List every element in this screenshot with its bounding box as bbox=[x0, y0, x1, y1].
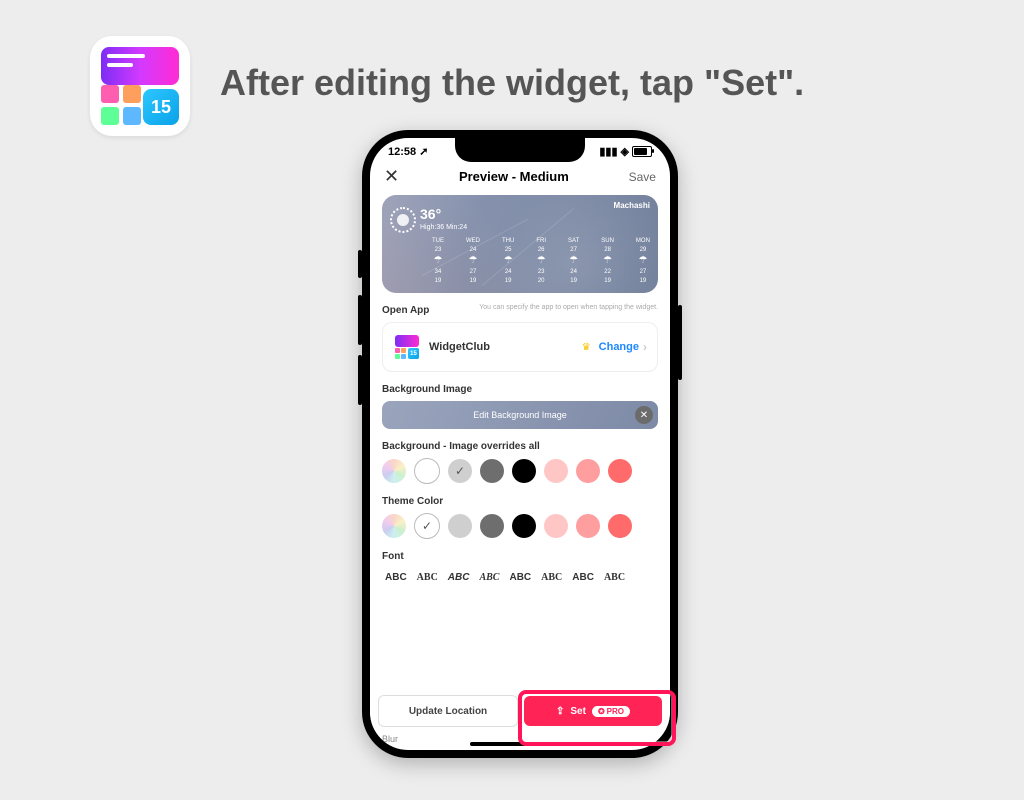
font-option[interactable]: ABC bbox=[538, 568, 565, 587]
sun-icon bbox=[390, 207, 416, 233]
blur-label: Blur bbox=[382, 734, 398, 744]
save-button[interactable]: Save bbox=[629, 170, 656, 184]
forecast-day: TUE23☂3419 bbox=[432, 237, 444, 285]
bg-color-label: Background - Image overrides all bbox=[382, 439, 658, 452]
color-swatch[interactable] bbox=[544, 459, 568, 483]
forecast-day: MON29☂2719 bbox=[636, 237, 650, 285]
font-option[interactable]: ABC bbox=[569, 568, 597, 587]
color-swatch[interactable] bbox=[576, 514, 600, 538]
forecast-day: THU25☂2419 bbox=[502, 237, 514, 285]
wifi-icon: ◈ bbox=[621, 145, 629, 158]
phone-frame: 12:58 ➚ ▮▮▮ ◈ ✕ Preview - Medium Save Ma… bbox=[362, 130, 678, 758]
chevron-right-icon: › bbox=[643, 340, 647, 354]
forecast-day: SAT27☂2419 bbox=[568, 237, 579, 285]
font-option[interactable]: ABC bbox=[476, 568, 502, 587]
edit-bg-image-button[interactable]: Edit Background Image ✕ bbox=[382, 401, 658, 429]
theme-color-label: Theme Color bbox=[382, 494, 658, 507]
crown-icon: ♛ bbox=[582, 342, 591, 353]
widgetclub-mini-icon: 15 bbox=[393, 333, 421, 361]
color-swatch[interactable] bbox=[480, 514, 504, 538]
color-swatch[interactable] bbox=[448, 459, 472, 483]
app-icon-badge: 15 bbox=[143, 89, 179, 125]
forecast-day: FRI26☂2320 bbox=[536, 237, 546, 285]
signal-icon: ▮▮▮ bbox=[599, 145, 617, 158]
color-swatch[interactable] bbox=[512, 459, 536, 483]
palette-icon[interactable] bbox=[382, 459, 406, 483]
bg-image-label: Background Image bbox=[382, 382, 658, 395]
set-button[interactable]: ⇪ Set ✪PRO bbox=[524, 696, 662, 726]
home-indicator[interactable] bbox=[470, 742, 570, 746]
change-app-button[interactable]: Change› bbox=[599, 340, 647, 354]
share-icon: ⇪ bbox=[556, 706, 564, 717]
font-option[interactable]: ABC bbox=[382, 568, 410, 587]
open-app-hint: You can specify the app to open when tap… bbox=[437, 303, 658, 312]
widgetclub-app-icon: 15 bbox=[90, 36, 190, 136]
clear-bg-image-button[interactable]: ✕ bbox=[635, 406, 653, 424]
instruction-text: After editing the widget, tap "Set". bbox=[220, 62, 804, 104]
open-app-label: Open App bbox=[382, 303, 429, 316]
color-swatch[interactable] bbox=[576, 459, 600, 483]
font-option[interactable]: ABC bbox=[506, 568, 534, 587]
font-option[interactable]: ABC bbox=[445, 568, 473, 587]
font-option[interactable]: ABC bbox=[601, 568, 628, 587]
color-swatch[interactable] bbox=[512, 514, 536, 538]
color-swatch[interactable] bbox=[480, 459, 504, 483]
widget-preview[interactable]: Machashi 36° High:36 Min:24 TUE23☂3419WE… bbox=[382, 195, 658, 293]
close-button[interactable]: ✕ bbox=[384, 166, 399, 187]
color-swatch[interactable] bbox=[608, 514, 632, 538]
update-location-button[interactable]: Update Location bbox=[378, 695, 518, 727]
color-swatch[interactable] bbox=[448, 514, 472, 538]
weather-location: Machashi bbox=[614, 201, 650, 210]
color-swatch[interactable] bbox=[544, 514, 568, 538]
font-option[interactable]: ABC bbox=[414, 568, 441, 587]
color-swatch[interactable] bbox=[414, 513, 440, 539]
palette-icon[interactable] bbox=[382, 514, 406, 538]
battery-icon bbox=[632, 146, 652, 157]
page-title: Preview - Medium bbox=[459, 169, 569, 184]
color-swatch[interactable] bbox=[608, 459, 632, 483]
pro-badge: ✪PRO bbox=[592, 706, 630, 717]
color-swatch[interactable] bbox=[414, 458, 440, 484]
open-app-row[interactable]: 15 WidgetClub ♛ Change› bbox=[382, 322, 658, 372]
forecast-day: WED24☂2719 bbox=[466, 237, 480, 285]
font-label: Font bbox=[382, 549, 658, 562]
open-app-name: WidgetClub bbox=[429, 341, 574, 353]
forecast-day: SUN28☂2219 bbox=[601, 237, 614, 285]
